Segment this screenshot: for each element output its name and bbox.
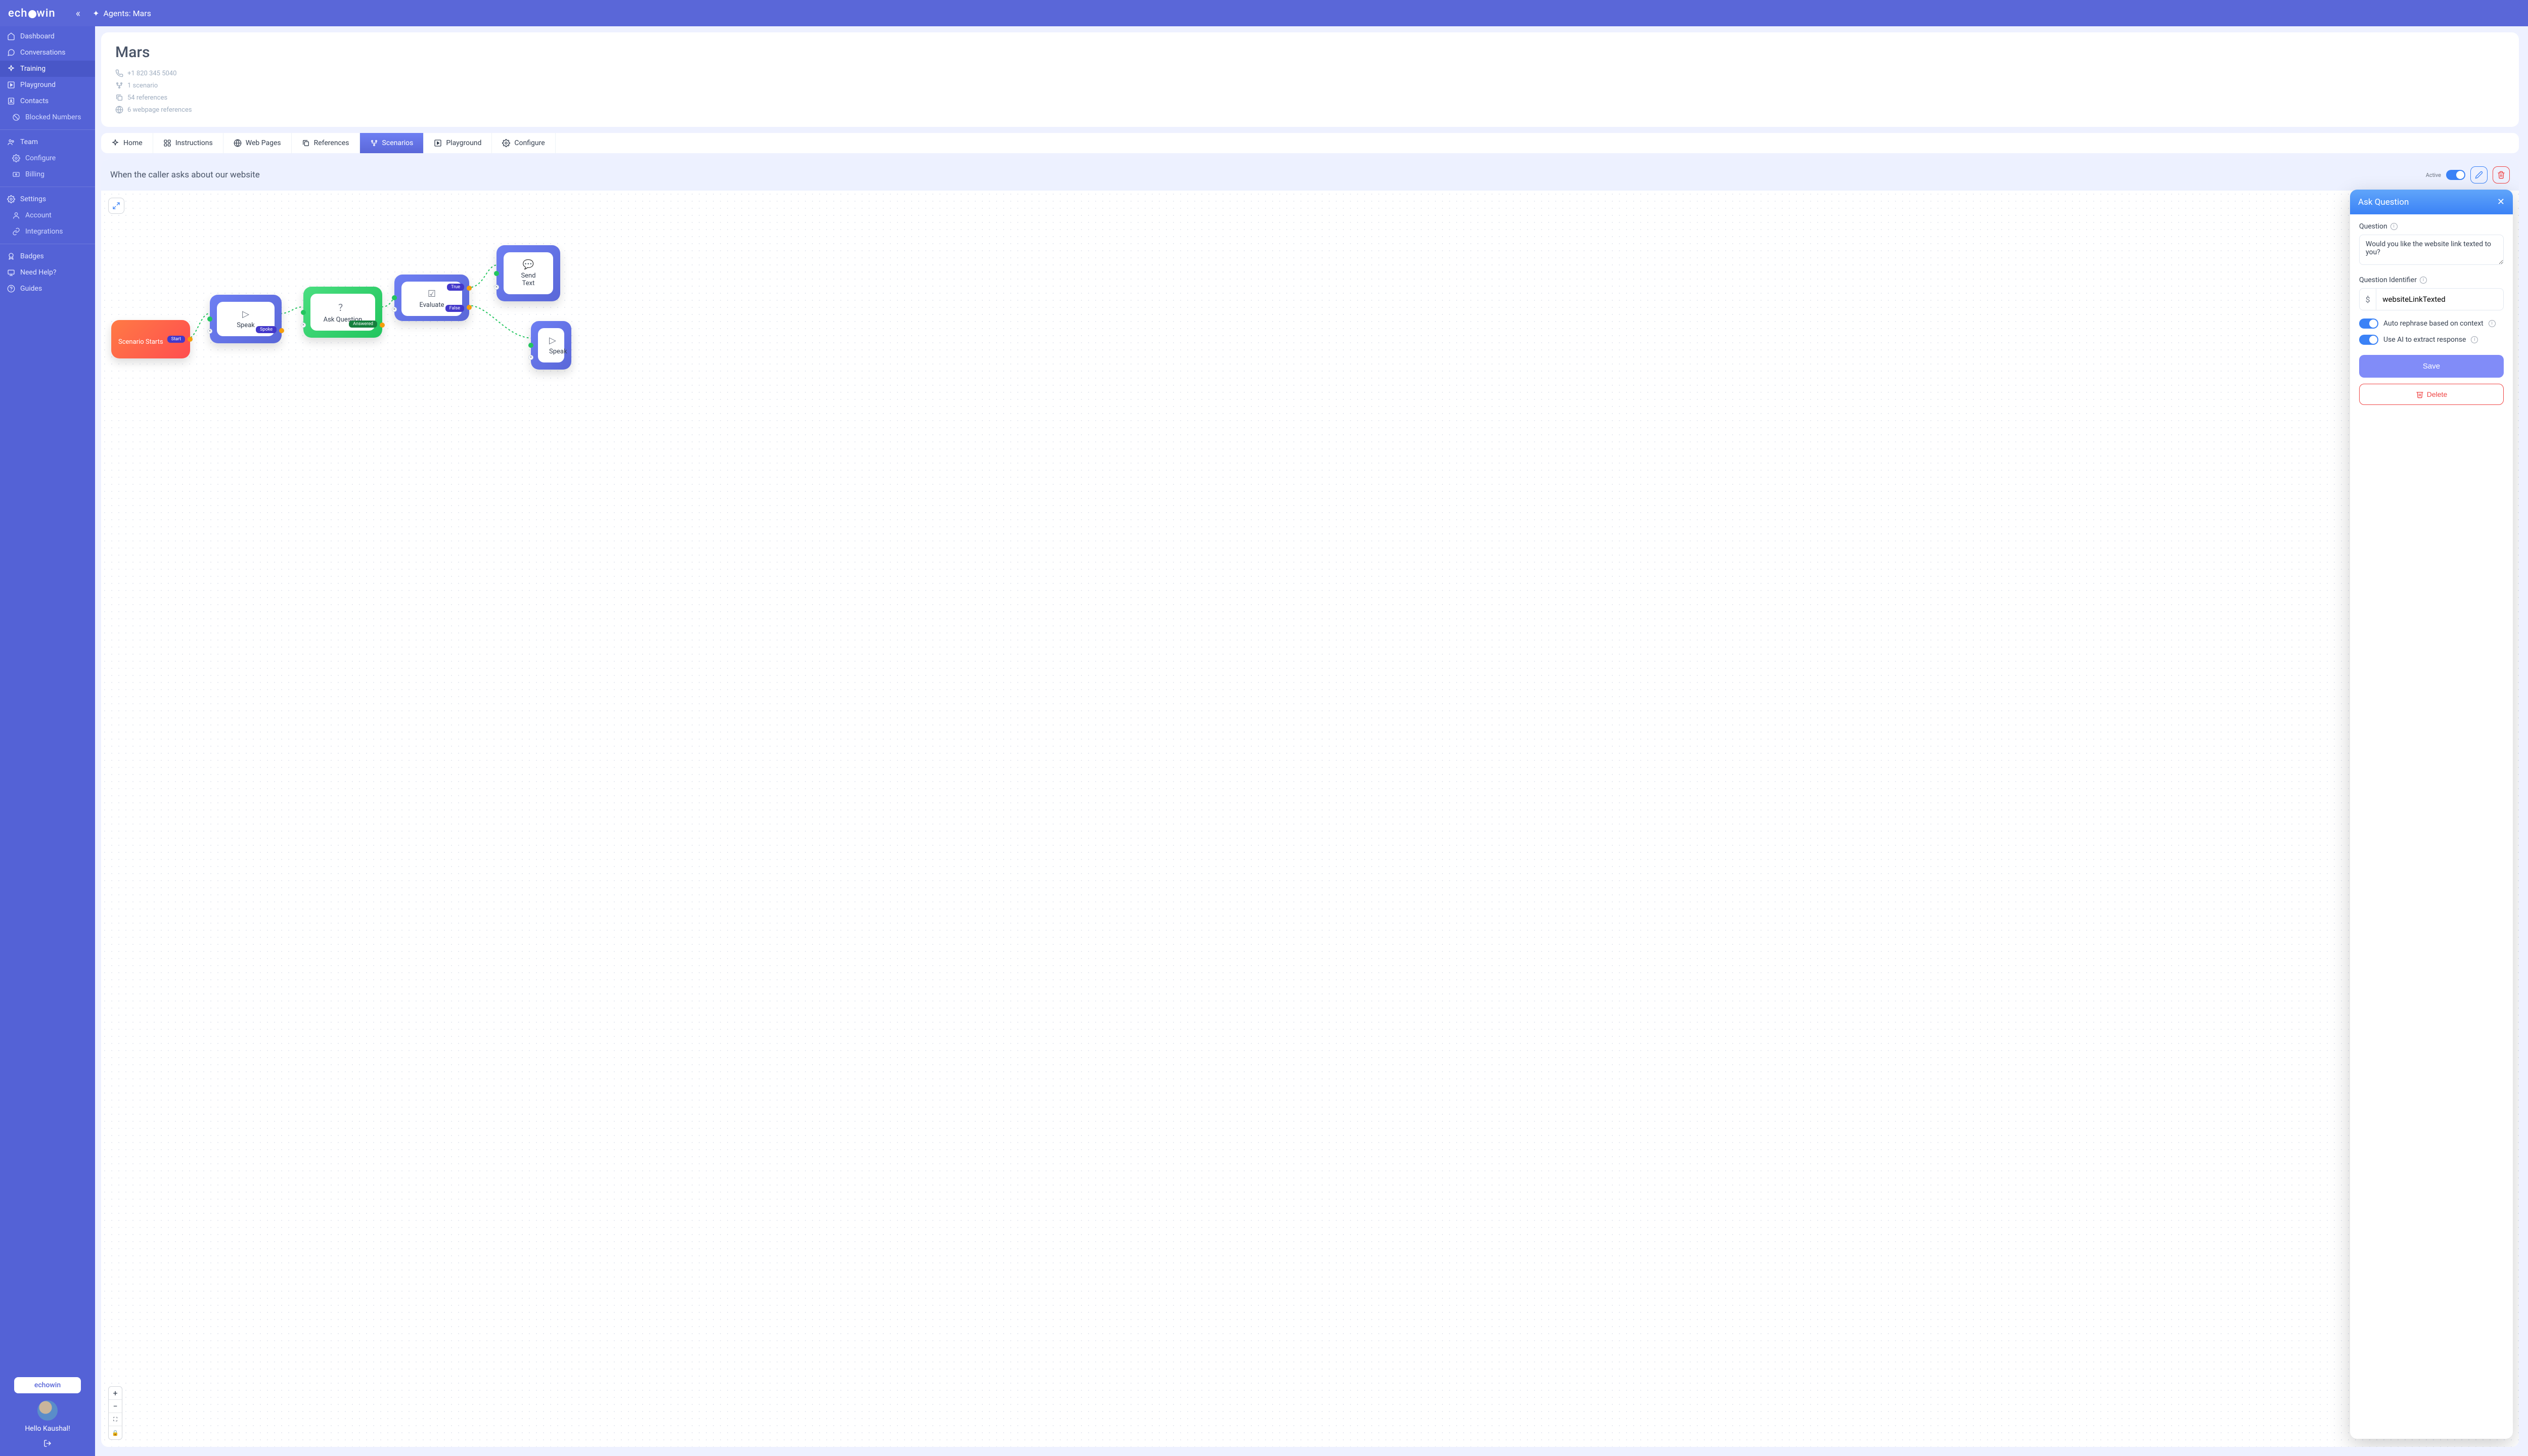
info-icon[interactable]: i bbox=[2489, 320, 2496, 327]
agent-references: 54 references bbox=[115, 92, 2505, 104]
zoom-fit[interactable]: ⛶ bbox=[109, 1413, 122, 1426]
question-input[interactable] bbox=[2359, 235, 2504, 265]
sidebar-item-training[interactable]: Training bbox=[0, 61, 95, 77]
play-icon: ▷ bbox=[549, 335, 553, 346]
logout-icon[interactable] bbox=[6, 1438, 89, 1450]
tab-playground[interactable]: Playground bbox=[424, 133, 492, 153]
agent-phone: +1 820 345 5040 bbox=[115, 67, 2505, 79]
tab-scenarios[interactable]: Scenarios bbox=[360, 133, 424, 153]
active-label: Active bbox=[2426, 172, 2441, 178]
sparkle-icon: ✦ bbox=[93, 9, 99, 18]
tab-instructions[interactable]: Instructions bbox=[153, 133, 223, 153]
sidebar-item-configure[interactable]: Configure bbox=[0, 150, 95, 166]
chat-icon: 💬 bbox=[515, 259, 542, 270]
sidebar-item-conversations[interactable]: Conversations bbox=[0, 44, 95, 61]
sidebar-item-playground[interactable]: Playground bbox=[0, 77, 95, 93]
logo-mark bbox=[28, 10, 36, 18]
sidebar: DashboardConversationsTrainingPlayground… bbox=[0, 26, 95, 1456]
info-icon[interactable]: i bbox=[2390, 223, 2398, 230]
question-label: Questioni bbox=[2359, 222, 2504, 231]
agent-title: Mars bbox=[115, 43, 2505, 61]
scenario-header: When the caller asks about our website A… bbox=[101, 159, 2519, 191]
sidebar-item-account[interactable]: Account bbox=[0, 207, 95, 223]
zoom-in[interactable]: + bbox=[109, 1387, 122, 1400]
sidebar-item-billing[interactable]: Billing bbox=[0, 166, 95, 183]
zoom-controls: + − ⛶ 🔒 bbox=[108, 1386, 122, 1440]
sidebar-item-guides[interactable]: Guides bbox=[0, 281, 95, 297]
close-icon[interactable]: ✕ bbox=[2497, 197, 2505, 207]
scenario-title: When the caller asks about our website bbox=[110, 170, 260, 180]
sidebar-item-team[interactable]: Team bbox=[0, 134, 95, 150]
sidebar-item-settings[interactable]: Settings bbox=[0, 191, 95, 207]
sidebar-item-integrations[interactable]: Integrations bbox=[0, 223, 95, 240]
node-evaluate[interactable]: ☑Evaluate True False × bbox=[394, 275, 469, 321]
node-ask-question[interactable]: ？Ask Question Answered × bbox=[303, 287, 382, 338]
active-toggle[interactable] bbox=[2446, 170, 2465, 180]
extract-response-toggle[interactable] bbox=[2359, 335, 2378, 345]
identifier-input[interactable] bbox=[2376, 289, 2503, 310]
auto-rephrase-toggle[interactable] bbox=[2359, 318, 2378, 329]
node-start[interactable]: Scenario Starts Start bbox=[111, 320, 190, 358]
info-icon[interactable]: i bbox=[2420, 277, 2427, 284]
identifier-prefix: $ bbox=[2360, 289, 2376, 310]
tab-references[interactable]: References bbox=[292, 133, 360, 153]
agent-scenarios: 1 scenario bbox=[115, 79, 2505, 92]
node-speak-2[interactable]: ▷Speak × bbox=[531, 321, 571, 370]
play-icon: ▷ bbox=[228, 309, 263, 320]
zoom-lock[interactable]: 🔒 bbox=[109, 1426, 122, 1439]
agent-webpages: 6 webpage references bbox=[115, 104, 2505, 116]
delete-button[interactable]: Delete bbox=[2359, 384, 2504, 405]
logo: echwin bbox=[8, 7, 56, 20]
tabs: HomeInstructionsWeb PagesReferencesScena… bbox=[101, 133, 2519, 153]
expand-button[interactable] bbox=[108, 198, 124, 214]
tab-web-pages[interactable]: Web Pages bbox=[223, 133, 292, 153]
tab-configure[interactable]: Configure bbox=[492, 133, 555, 153]
sidebar-item-dashboard[interactable]: Dashboard bbox=[0, 28, 95, 44]
info-icon[interactable]: i bbox=[2471, 336, 2478, 343]
tab-home[interactable]: Home bbox=[101, 133, 153, 153]
flow-canvas[interactable]: Scenario Starts Start ▷Speak Spoke × ？As… bbox=[101, 191, 2519, 1447]
identifier-label: Question Identifieri bbox=[2359, 276, 2504, 284]
agent-header-card: Mars +1 820 345 5040 1 scenario 54 refer… bbox=[101, 32, 2519, 127]
sidebar-item-badges[interactable]: Badges bbox=[0, 248, 95, 264]
zoom-out[interactable]: − bbox=[109, 1400, 122, 1413]
node-speak[interactable]: ▷Speak Spoke × bbox=[210, 295, 282, 343]
sidebar-item-need-help?[interactable]: Need Help? bbox=[0, 264, 95, 281]
panel-header: Ask Question ✕ bbox=[2350, 190, 2513, 214]
ask-question-panel: Ask Question ✕ Questioni Question Identi… bbox=[2350, 190, 2513, 1439]
tenant-button[interactable]: echowin bbox=[14, 1377, 81, 1393]
scenario-card: When the caller asks about our website A… bbox=[101, 159, 2519, 1447]
node-send-text[interactable]: 💬Send Text × bbox=[496, 245, 560, 301]
identifier-input-wrap: $ bbox=[2359, 288, 2504, 310]
breadcrumb: Agents: Mars bbox=[103, 9, 151, 18]
delete-scenario-button[interactable] bbox=[2493, 166, 2510, 184]
save-button[interactable]: Save bbox=[2359, 355, 2504, 378]
avatar[interactable] bbox=[37, 1400, 58, 1421]
check-icon: ☑ bbox=[413, 289, 451, 299]
topbar: echwin « ✦ Agents: Mars bbox=[0, 0, 2528, 26]
content: Mars +1 820 345 5040 1 scenario 54 refer… bbox=[95, 26, 2528, 1456]
greeting: Hello Kaushal! bbox=[6, 1425, 89, 1433]
sidebar-item-blocked-numbers[interactable]: Blocked Numbers bbox=[0, 109, 95, 125]
extract-response-row: Use AI to extract response i bbox=[2359, 335, 2504, 345]
auto-rephrase-row: Auto rephrase based on context i bbox=[2359, 318, 2504, 329]
edit-button[interactable] bbox=[2470, 166, 2488, 184]
sidebar-collapse-icon[interactable]: « bbox=[76, 7, 80, 19]
question-icon: ？ bbox=[322, 301, 364, 314]
sidebar-item-contacts[interactable]: Contacts bbox=[0, 93, 95, 109]
